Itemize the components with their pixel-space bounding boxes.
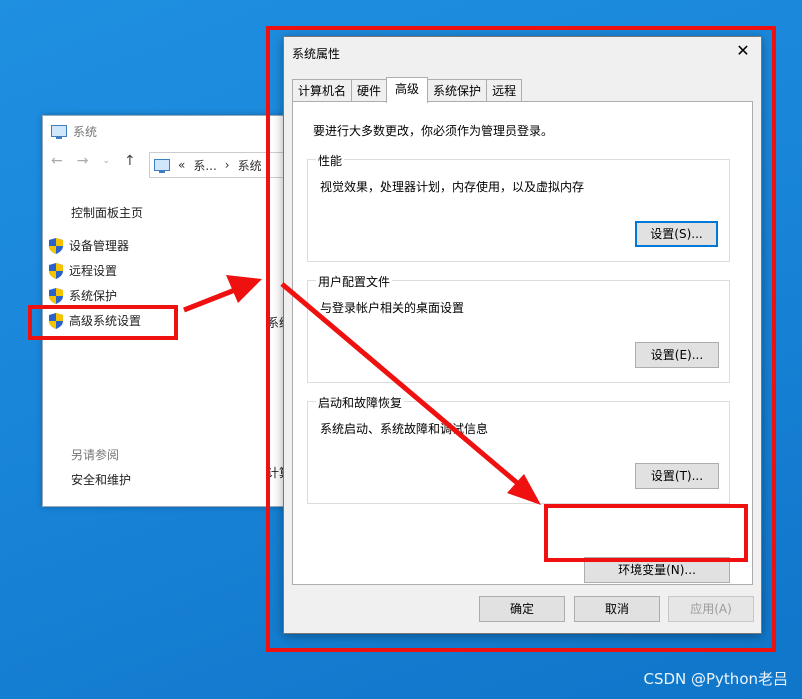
uac-shield-icon [49, 262, 63, 279]
back-arrow-icon[interactable]: ← [51, 153, 63, 169]
tab-advanced[interactable]: 高级 [386, 77, 429, 103]
remote-settings-link[interactable]: 远程设置 [49, 262, 117, 279]
navigation-bar: ← → ⌄ ↑ [51, 153, 136, 169]
uac-shield-icon [49, 287, 63, 304]
forward-arrow-icon[interactable]: → [77, 153, 89, 169]
recent-dropdown-icon[interactable]: ⌄ [102, 156, 110, 166]
system-window-title: 系统 [51, 123, 97, 139]
up-arrow-icon[interactable]: ↑ [124, 153, 136, 169]
system-protection-link[interactable]: 系统保护 [49, 287, 117, 304]
see-also-heading: 另请参阅 [71, 448, 120, 462]
computer-icon [51, 125, 67, 139]
watermark: CSDN @Python老吕 [643, 670, 788, 688]
device-manager-link[interactable]: 设备管理器 [49, 237, 129, 254]
control-panel-home-link[interactable]: 控制面板主页 [71, 204, 143, 221]
security-maintenance-link[interactable]: 安全和维护 [71, 471, 131, 488]
computer-icon [154, 159, 170, 173]
highlight-advanced-settings [28, 305, 178, 340]
uac-shield-icon [49, 237, 63, 254]
highlight-env-button [544, 504, 748, 562]
